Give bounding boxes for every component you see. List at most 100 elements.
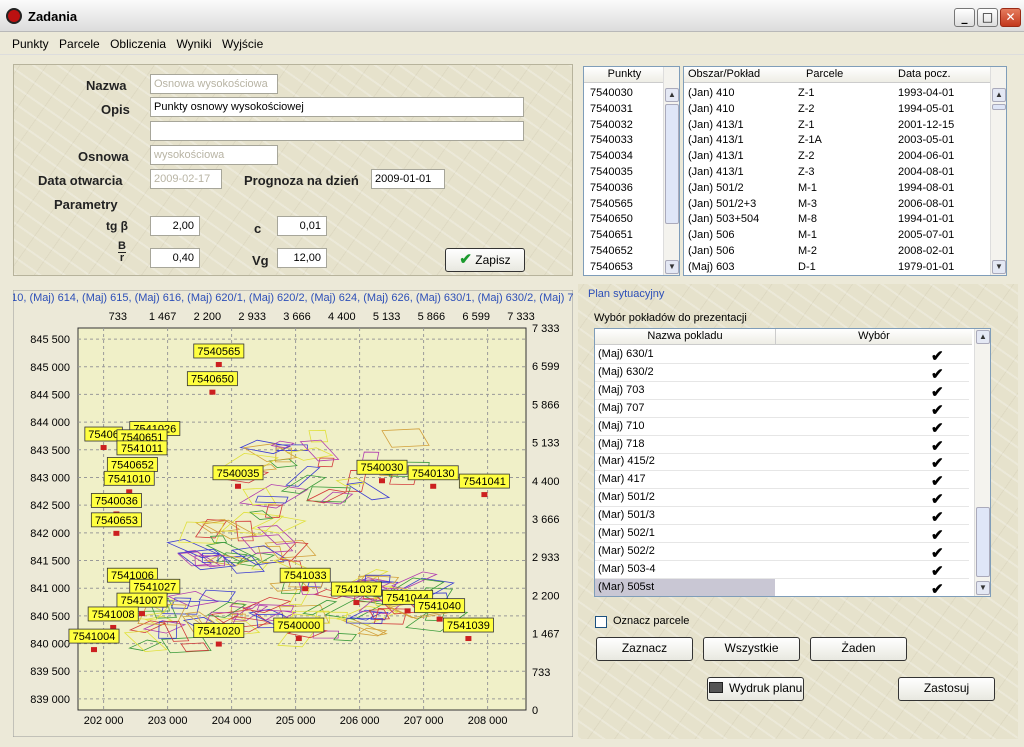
parcele-cell: Z-2 (798, 150, 815, 163)
map-chart[interactable]: 610, (Maj) 614, (Maj) 615, (Maj) 616, (M… (5, 289, 580, 738)
zaden-button[interactable]: Żaden (810, 637, 907, 661)
c-field[interactable]: 0,01 (277, 216, 327, 236)
obszar-row[interactable]: (Jan) 413/1 Z-2 2004-06-01 (688, 150, 988, 166)
punkty-scrollbar[interactable]: ▲ ▼ (663, 67, 679, 275)
nazwa-field[interactable]: Osnowa wysokościowa (150, 74, 278, 94)
menu-wyniki[interactable]: Wyniki (172, 33, 214, 51)
menu-punkty[interactable]: Punkty (8, 33, 52, 51)
check-icon[interactable]: ✔ (931, 419, 944, 437)
poklady-scrollbar[interactable]: ▲ ▼ (974, 329, 990, 596)
punkty-row[interactable]: 7540650 (590, 213, 633, 229)
obszar-row[interactable]: (Jan) 501/2 M-1 1994-08-01 (688, 182, 988, 198)
poklad-row[interactable]: (Mar) 501/2 ✔ (595, 489, 969, 508)
b-over-r-field[interactable]: 0,40 (150, 248, 200, 268)
punkty-list[interactable]: Punkty 7540030 7540031 7540032 7540033 75400… (583, 66, 680, 276)
scroll-down-icon[interactable]: ▼ (992, 260, 1006, 274)
check-icon[interactable]: ✔ (931, 490, 944, 508)
point-marker (215, 361, 222, 367)
punkty-row[interactable]: 7540030 (590, 87, 633, 103)
menu-wyjscie[interactable]: Wyjście (218, 33, 266, 51)
obszar-row[interactable]: (Jan) 410 Z-2 1994-05-01 (688, 103, 988, 119)
obszar-row[interactable]: (Jan) 506 M-1 2005-07-01 (688, 229, 988, 245)
poklad-row[interactable]: (Maj) 630/1 ✔ (595, 346, 969, 365)
punkty-row[interactable]: 7540034 (590, 150, 633, 166)
data-otwarcia-field[interactable]: 2009-02-17 (150, 169, 222, 189)
scroll-up-icon[interactable]: ▲ (665, 88, 679, 102)
obszar-row[interactable]: (Jan) 413/1 Z-1 2001-12-15 (688, 119, 988, 135)
poklad-row[interactable]: (Maj) 718 ✔ (595, 436, 969, 455)
poklad-row[interactable]: (Mar) 415/2 ✔ (595, 453, 969, 472)
check-icon[interactable]: ✔ (931, 508, 944, 526)
menu-parcele[interactable]: Parcele (55, 33, 103, 51)
osnowa-field[interactable]: wysokościowa (150, 145, 278, 165)
punkty-row[interactable]: 7540033 (590, 134, 633, 150)
obszar-row[interactable]: (Jan) 506 M-2 2008-02-01 (688, 245, 988, 261)
poklady-grid[interactable]: Nazwa pokladu Wybór (Maj) 630/1 ✔ (Maj) 63… (594, 328, 991, 597)
obszar-scrollbar[interactable]: ▲ ▼ (990, 67, 1006, 275)
check-icon[interactable]: ✔ (931, 544, 944, 562)
vg-field[interactable]: 12,00 (277, 248, 327, 268)
save-button[interactable]: ✔ Zapisz (445, 248, 525, 272)
obszar-row[interactable]: (Jan) 410 Z-1 1993-04-01 (688, 87, 988, 103)
obszar-row[interactable]: (Jan) 413/1 Z-1A 2003-05-01 (688, 134, 988, 150)
check-icon[interactable]: ✔ (931, 401, 944, 419)
scroll-down-icon[interactable]: ▼ (976, 581, 990, 595)
poklad-row[interactable]: (Maj) 630/2 ✔ (595, 364, 969, 383)
poklad-row[interactable]: (Maj) 703 ✔ (595, 382, 969, 401)
poklad-row[interactable]: (Mar) 501/3 ✔ (595, 507, 969, 526)
scroll-thumb[interactable] (992, 104, 1006, 110)
check-icon[interactable]: ✔ (931, 562, 944, 580)
check-icon[interactable]: ✔ (931, 580, 944, 596)
wydruk-button[interactable]: Wydruk planu (707, 677, 804, 701)
zaznacz-button[interactable]: Zaznacz (596, 637, 693, 661)
data-cell: 1993-04-01 (898, 87, 955, 99)
check-icon[interactable]: ✔ (931, 454, 944, 472)
check-icon[interactable]: ✔ (931, 365, 944, 383)
scroll-thumb[interactable] (976, 507, 990, 577)
poklad-row[interactable]: (Mar) 505st ✔ (595, 578, 969, 596)
check-icon[interactable]: ✔ (931, 437, 944, 455)
punkty-row[interactable]: 7540651 (590, 229, 633, 245)
punkty-row[interactable]: 7540653 (590, 261, 633, 275)
maximize-button[interactable]: □ (977, 8, 998, 27)
point-label: 7541033 (284, 570, 327, 582)
obszar-row[interactable]: (Jan) 413/1 Z-3 2004-08-01 (688, 166, 988, 182)
scroll-down-icon[interactable]: ▼ (665, 260, 679, 274)
check-icon[interactable]: ✔ (931, 347, 944, 365)
poklad-row[interactable]: (Mar) 502/1 ✔ (595, 525, 969, 544)
punkty-row[interactable]: 7540032 (590, 119, 633, 135)
obszar-row[interactable]: (Jan) 503+504 M-8 1994-01-01 (688, 213, 988, 229)
data-cell: 2001-12-15 (898, 118, 955, 131)
poklad-row[interactable]: (Maj) 710 ✔ (595, 418, 969, 437)
obszar-row[interactable]: (Jan) 501/2+3 M-3 2006-08-01 (688, 198, 988, 214)
obszar-parcele-table[interactable]: Obszar/Pokład Parcele Data pocz. (Jan) 4… (683, 66, 1007, 276)
opis-field[interactable]: Punkty osnowy wysokościowej (150, 97, 524, 117)
check-icon[interactable]: ✔ (931, 383, 944, 401)
poklad-row[interactable]: (Mar) 503-4 ✔ (595, 561, 969, 580)
scroll-up-icon[interactable]: ▲ (992, 88, 1006, 102)
tg-beta-field[interactable]: 2,00 (150, 216, 200, 236)
poklad-row[interactable]: (Mar) 502/2 ✔ (595, 543, 969, 562)
zastosuj-button[interactable]: Zastosuj (898, 677, 995, 701)
poklad-row[interactable]: (Mar) 417 ✔ (595, 471, 969, 490)
punkty-row[interactable]: 7540035 (590, 166, 633, 182)
punkty-row[interactable]: 7540036 (590, 182, 633, 198)
scroll-thumb[interactable] (665, 104, 679, 224)
punkty-row[interactable]: 7540565 (590, 198, 633, 214)
oznacz-checkbox[interactable] (595, 616, 607, 628)
check-icon[interactable]: ✔ (931, 472, 944, 490)
wszystkie-button[interactable]: Wszystkie (703, 637, 800, 661)
check-icon[interactable]: ✔ (931, 526, 944, 544)
menu-obliczenia[interactable]: Obliczenia (106, 33, 169, 51)
punkty-row[interactable]: 7540031 (590, 103, 633, 119)
close-button[interactable]: ✕ (1000, 8, 1021, 27)
prognoza-field[interactable]: 2009-01-01 (371, 169, 445, 189)
opis-field-2[interactable] (150, 121, 524, 141)
punkty-row[interactable]: 7540652 (590, 245, 633, 261)
chart-header-text: 610, (Maj) 614, (Maj) 615, (Maj) 616, (M… (13, 292, 573, 304)
poklad-row[interactable]: (Maj) 707 ✔ (595, 400, 969, 419)
scroll-up-icon[interactable]: ▲ (976, 330, 990, 344)
obszar-row[interactable]: (Maj) 603 D-1 1979-01-01 (688, 261, 988, 275)
poklad-name: (Maj) 707 (598, 401, 645, 414)
minimize-button[interactable]: _ (954, 8, 975, 27)
